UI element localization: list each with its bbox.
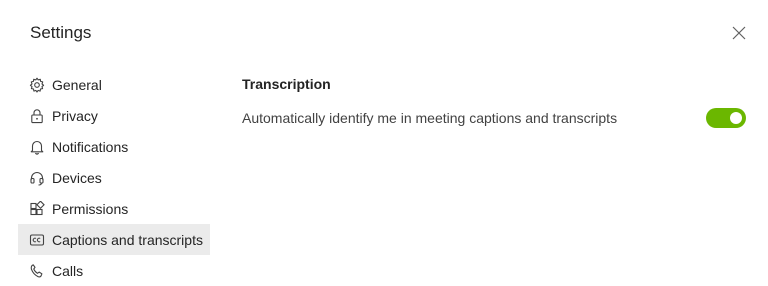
- apps-icon: [28, 200, 46, 218]
- setting-row-identify-me: Automatically identify me in meeting cap…: [242, 106, 746, 130]
- phone-icon: [28, 262, 46, 280]
- close-icon: [732, 26, 746, 40]
- sidebar-item-label: Captions and transcripts: [52, 231, 203, 248]
- gear-icon: [28, 76, 46, 94]
- cc-icon: [28, 231, 46, 249]
- sidebar-item-notifications[interactable]: Notifications: [18, 131, 210, 162]
- sidebar-item-label: Devices: [52, 169, 102, 186]
- bell-icon: [28, 138, 46, 156]
- sidebar-item-privacy[interactable]: Privacy: [18, 100, 210, 131]
- sidebar-item-devices[interactable]: Devices: [18, 162, 210, 193]
- settings-sidebar: General Privacy Notifications Devices Pe…: [18, 69, 210, 286]
- sidebar-item-calls[interactable]: Calls: [18, 255, 210, 286]
- sidebar-item-permissions[interactable]: Permissions: [18, 193, 210, 224]
- identify-me-toggle[interactable]: [706, 108, 746, 128]
- dialog-title: Settings: [30, 23, 92, 42]
- sidebar-item-label: Calls: [52, 262, 84, 279]
- sidebar-item-captions-and-transcripts[interactable]: Captions and transcripts: [18, 224, 210, 255]
- sidebar-item-general[interactable]: General: [18, 69, 210, 100]
- close-button[interactable]: [728, 22, 750, 44]
- lock-icon: [28, 107, 46, 125]
- section-heading-transcription: Transcription: [242, 76, 331, 92]
- sidebar-item-label: Permissions: [52, 200, 129, 217]
- setting-label: Automatically identify me in meeting cap…: [242, 110, 618, 126]
- sidebar-item-label: General: [52, 76, 102, 93]
- sidebar-item-label: Privacy: [52, 107, 98, 124]
- toggle-knob: [730, 112, 742, 124]
- headset-icon: [28, 169, 46, 187]
- sidebar-item-label: Notifications: [52, 138, 129, 155]
